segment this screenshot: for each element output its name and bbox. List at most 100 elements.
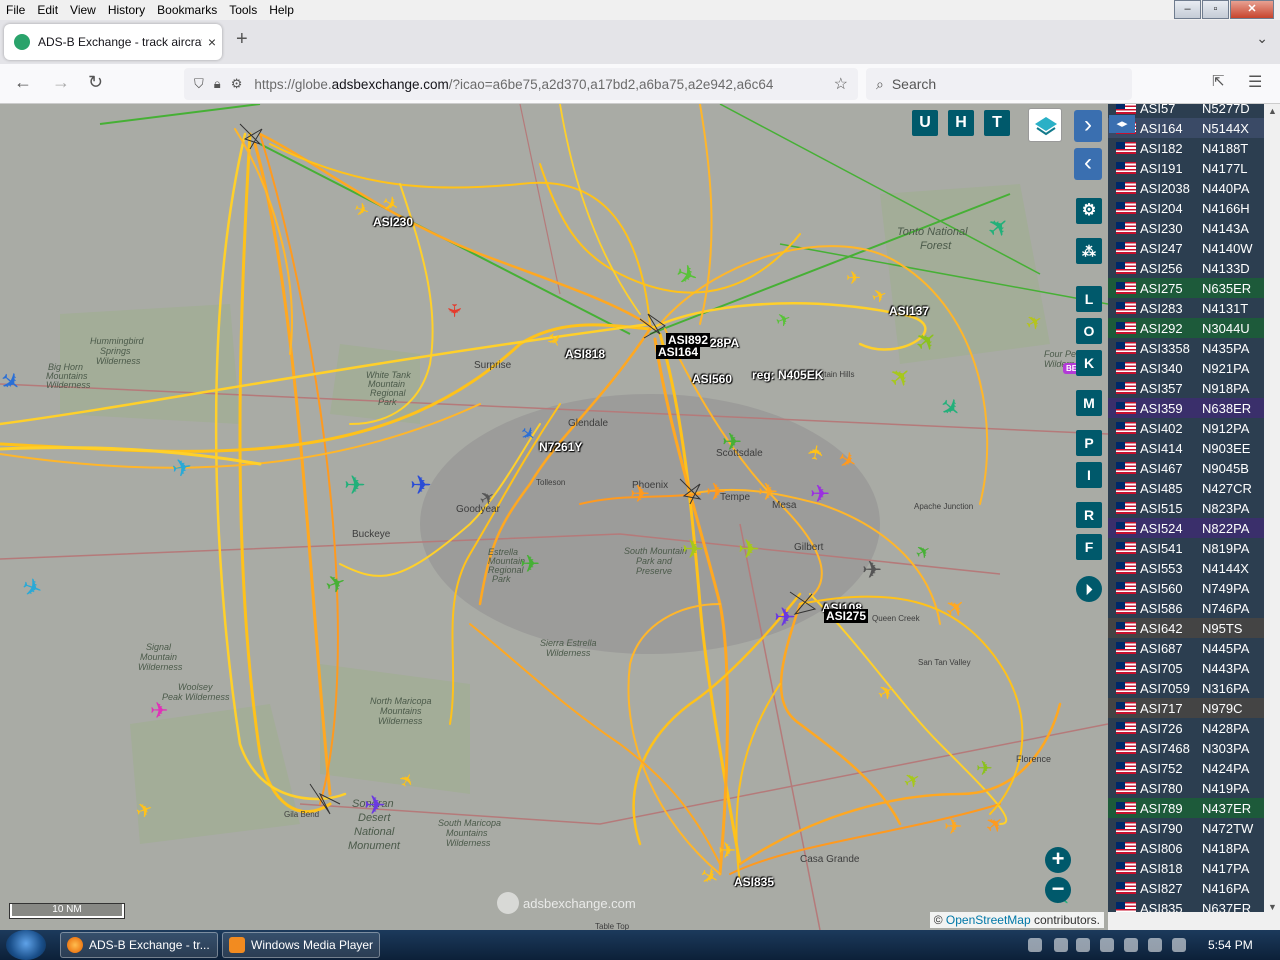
osm-link[interactable]: OpenStreetMap [946, 913, 1031, 927]
map-button-r[interactable]: R [1076, 502, 1102, 528]
aircraft-list-row[interactable]: ASI789 N437ER [1108, 798, 1264, 818]
map-button-i[interactable]: I [1076, 462, 1102, 488]
aircraft-list-row[interactable]: ASI247 N4140W [1108, 238, 1264, 258]
map-button-t[interactable]: T [984, 110, 1010, 136]
menu-bookmarks[interactable]: Bookmarks [151, 3, 223, 17]
callsign-label[interactable]: ASI137 [889, 304, 929, 318]
aircraft-icon[interactable]: ✈ [706, 478, 726, 507]
aircraft-list-row[interactable]: ASI191 N4177L [1108, 158, 1264, 178]
extensions-icon[interactable]: ⇱ [1212, 72, 1225, 90]
aircraft-list-row[interactable]: ASI256 N4133D [1108, 258, 1264, 278]
taskbar-firefox[interactable]: ADS-B Exchange - tr... [60, 932, 218, 958]
volume-icon[interactable] [1172, 938, 1186, 952]
start-button[interactable] [6, 930, 46, 960]
aircraft-icon[interactable]: ✈ [410, 470, 432, 501]
callsign-label[interactable]: ASI275 [824, 609, 869, 623]
aircraft-list-row[interactable]: ASI752 N424PA [1108, 758, 1264, 778]
list-tabs-button[interactable]: ⌄ [1256, 30, 1268, 47]
zoom-in-button[interactable]: + [1045, 847, 1071, 873]
aircraft-list-row[interactable]: ASI806 N418PA [1108, 838, 1264, 858]
aircraft-icon[interactable]: ✈ [443, 303, 464, 318]
aircraft-icon[interactable]: ✈ [944, 814, 962, 840]
aircraft-list-row[interactable]: ASI292 N3044U [1108, 318, 1264, 338]
heatmap-tool-icon[interactable]: ⁂ [1076, 238, 1102, 264]
expand-sidebar-button[interactable]: › [1074, 110, 1102, 142]
url-bar[interactable]: ⛉ 🔒︎ ⚙ https://globe.adsbexchange.com/?i… [184, 68, 858, 100]
aircraft-icon[interactable]: ✈ [722, 428, 742, 457]
menu-file[interactable]: File [0, 3, 31, 17]
callsign-label[interactable]: ASI835 [734, 875, 774, 889]
map-button-l[interactable]: L [1076, 286, 1102, 312]
aircraft-list-row[interactable]: ASI790 N472TW [1108, 818, 1264, 838]
layers-button[interactable] [1028, 108, 1062, 142]
lock-icon[interactable]: 🔒︎ [214, 76, 221, 92]
forward-button[interactable]: → [52, 72, 70, 93]
bookmark-star-icon[interactable]: ☆ [834, 74, 848, 94]
aircraft-icon[interactable]: ✈ [758, 478, 778, 507]
aircraft-list-row[interactable]: ASI467 N9045B [1108, 458, 1264, 478]
reload-button[interactable]: ↻ [88, 72, 103, 93]
aircraft-list-row[interactable]: ASI182 N4188T [1108, 138, 1264, 158]
app-menu-icon[interactable]: ☰ [1248, 72, 1262, 92]
aircraft-icon[interactable]: ✈ [520, 550, 540, 579]
map-button-o[interactable]: O [1076, 318, 1102, 344]
callsign-label[interactable]: ASI560 [692, 372, 732, 386]
aircraft-list-row[interactable]: ASI402 N912PA [1108, 418, 1264, 438]
map-button-m[interactable]: M [1076, 390, 1102, 416]
callsign-label[interactable]: ASI164 [656, 345, 701, 359]
aircraft-list-row[interactable]: ASI283 N4131T [1108, 298, 1264, 318]
aircraft-list-row[interactable]: ASI275 N635ER [1108, 278, 1264, 298]
permissions-icon[interactable]: ⚙ [231, 76, 243, 92]
aircraft-list-row[interactable]: ASI2038 N440PA [1108, 178, 1264, 198]
new-tab-button[interactable]: + [236, 28, 248, 51]
aircraft-icon[interactable]: ✈ [682, 534, 704, 565]
aircraft-icon[interactable]: ✈ [630, 480, 650, 509]
tab-adsb[interactable]: ADS-B Exchange - track aircraft × [4, 24, 222, 60]
network-icon[interactable] [1148, 938, 1162, 952]
aircraft-icon[interactable]: ✈ [862, 556, 882, 585]
menu-history[interactable]: History [102, 3, 151, 17]
aircraft-list-row[interactable]: ASI7468 N303PA [1108, 738, 1264, 758]
aircraft-list-row[interactable]: ASI414 N903EE [1108, 438, 1264, 458]
aircraft-list-row[interactable]: ASI717 N979C [1108, 698, 1264, 718]
aircraft-list-row[interactable]: ASI359 N638ER [1108, 398, 1264, 418]
replay-icon[interactable]: ⏵ [1076, 576, 1102, 602]
tracking-shield-icon[interactable]: ⛉ [194, 76, 204, 92]
callsign-label[interactable]: 28PA [710, 336, 739, 350]
scroll-up-icon[interactable]: ▲ [1268, 106, 1277, 116]
aircraft-list-row[interactable]: ASI7059 N316PA [1108, 678, 1264, 698]
callsign-label[interactable]: reg: N405EK [752, 368, 823, 382]
restore-button[interactable]: ▫ [1202, 0, 1229, 19]
menu-view[interactable]: View [64, 3, 102, 17]
map-view[interactable]: Tonto National Forest Hummingbird Spring… [0, 104, 1108, 930]
aircraft-list-row[interactable]: ASI357 N918PA [1108, 378, 1264, 398]
bluetooth-icon[interactable] [1028, 938, 1042, 952]
callsign-label[interactable]: N7261Y [539, 440, 582, 454]
tray-app-icon[interactable] [1124, 938, 1138, 952]
back-button[interactable]: ← [14, 72, 32, 93]
aircraft-icon[interactable]: ✈ [774, 602, 796, 633]
callsign-label[interactable]: ASI818 [565, 347, 605, 361]
tray-app-icon[interactable] [1076, 938, 1090, 952]
aircraft-list-row[interactable]: ASI560 N749PA [1108, 578, 1264, 598]
aircraft-list-row[interactable]: ASI230 N4143A [1108, 218, 1264, 238]
menu-help[interactable]: Help [263, 3, 300, 17]
taskbar-windows-media-player[interactable]: Windows Media Player [222, 932, 380, 958]
scroll-down-icon[interactable]: ▼ [1268, 902, 1277, 912]
aircraft-list-row[interactable]: ASI835 N637ER [1108, 898, 1264, 912]
page-scrollbar[interactable]: ▲ ▼ [1264, 104, 1280, 930]
aircraft-list-row[interactable]: ASI726 N428PA [1108, 718, 1264, 738]
tray-app-icon[interactable] [1054, 938, 1068, 952]
map-button-p[interactable]: P [1076, 430, 1102, 456]
aircraft-icon[interactable]: ✈ [718, 838, 736, 864]
search-box[interactable]: ⌕ Search [866, 68, 1132, 100]
aircraft-list-row[interactable]: ASI705 N443PA [1108, 658, 1264, 678]
aircraft-icon[interactable]: ✈ [846, 268, 861, 289]
aircraft-list-row[interactable]: ASI204 N4166H [1108, 198, 1264, 218]
aircraft-list-row[interactable]: ASI642 N95TS [1108, 618, 1264, 638]
aircraft-list-row[interactable]: ASI780 N419PA [1108, 778, 1264, 798]
aircraft-icon[interactable]: ✈ [976, 756, 993, 781]
clock[interactable]: 5:54 PM [1208, 938, 1253, 952]
url-text[interactable]: https://globe.adsbexchange.com/?icao=a6b… [254, 77, 784, 92]
aircraft-list-row[interactable]: ASI3358 N435PA [1108, 338, 1264, 358]
